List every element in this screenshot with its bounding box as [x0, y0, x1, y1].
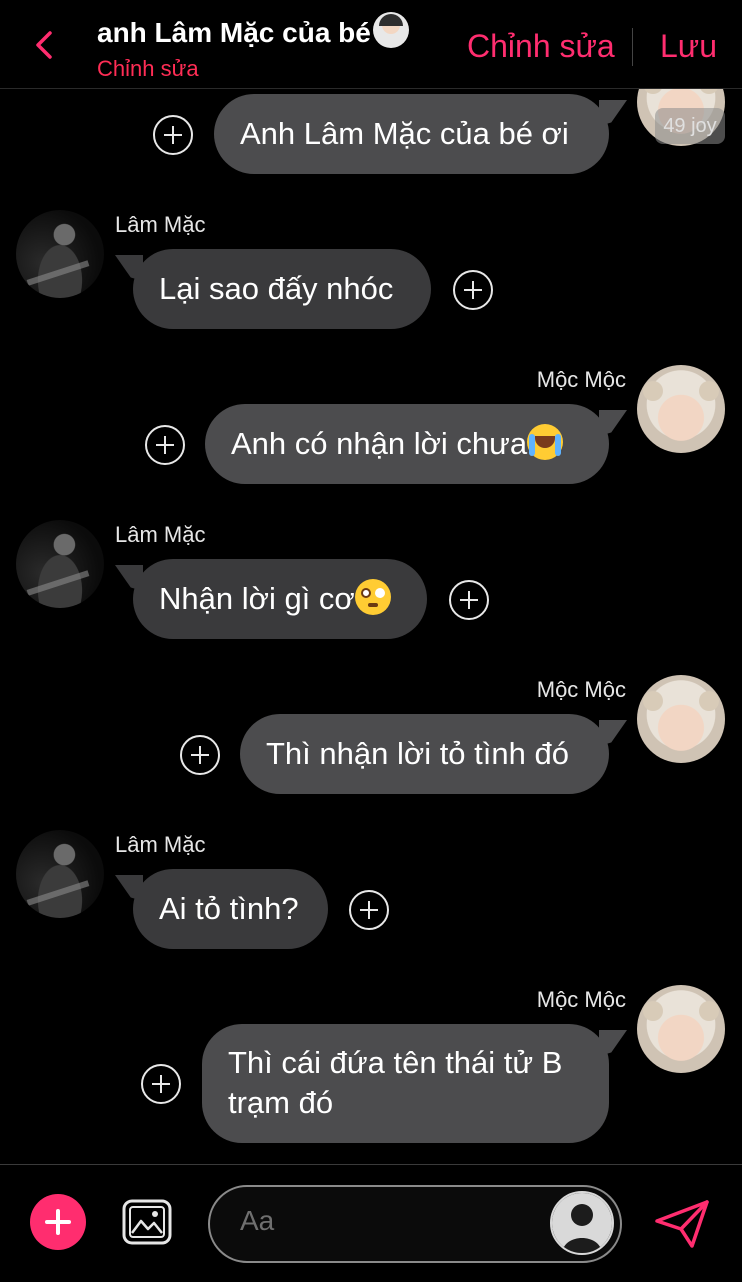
- message-bubble[interactable]: Nhận lời gì cơ: [133, 559, 427, 639]
- message-text: Anh có nhận lời chưa: [231, 426, 528, 461]
- message-text: Nhận lời gì cơ: [159, 581, 355, 616]
- sender-name: Lâm Mặc: [115, 832, 206, 857]
- input-placeholder: Aa: [240, 1205, 275, 1236]
- message-bubble[interactable]: Anh Lâm Mặc của bé ơi: [214, 94, 609, 174]
- header-divider: [632, 28, 633, 66]
- sender-name: Lâm Mặc: [115, 522, 206, 547]
- add-reaction-button[interactable]: [449, 580, 489, 620]
- add-reaction-button[interactable]: [453, 270, 493, 310]
- avatar-moc-moc[interactable]: [637, 365, 725, 453]
- composer-bar: Aa: [0, 1164, 742, 1282]
- message-bubble[interactable]: Thì cái đứa tên thái tử B trạm đó: [202, 1024, 609, 1143]
- add-reaction-button[interactable]: [153, 115, 193, 155]
- image-icon[interactable]: [122, 1199, 172, 1245]
- sender-name: Mộc Mộc: [536, 677, 626, 702]
- add-reaction-button[interactable]: [180, 735, 220, 775]
- avatar-moc-moc[interactable]: [637, 675, 725, 763]
- chat-title-text: anh Lâm Mặc của bé: [97, 17, 371, 48]
- avatar-lam-mac[interactable]: [16, 830, 104, 918]
- message-text-line: Thì cái đứa tên thái tử B: [228, 1045, 563, 1080]
- sender-name: Mộc Mộc: [536, 367, 626, 392]
- message-text-line: trạm đó: [228, 1085, 334, 1120]
- crying-face-icon: [527, 424, 564, 460]
- message-list[interactable]: 49 joy Anh Lâm Mặc của bé ơi Lâm Mặc Lại…: [0, 89, 742, 1164]
- avatar-moc-moc[interactable]: [637, 985, 725, 1073]
- avatar-lam-mac[interactable]: [16, 210, 104, 298]
- edit-button[interactable]: Chỉnh sửa: [467, 28, 615, 65]
- chat-subtitle[interactable]: Chỉnh sửa: [97, 56, 199, 82]
- add-reaction-button[interactable]: [141, 1064, 181, 1104]
- add-reaction-button[interactable]: [145, 425, 185, 465]
- person-emoji-icon: [372, 12, 409, 48]
- message-bubble[interactable]: Ai tỏ tình?: [133, 869, 328, 949]
- message-text: Thì nhận lời tỏ tình đó: [266, 736, 569, 771]
- sender-name: Lâm Mặc: [115, 212, 206, 237]
- back-chevron-icon[interactable]: [28, 28, 62, 62]
- message-bubble[interactable]: Anh có nhận lời chưa: [205, 404, 609, 484]
- message-text: Lại sao đấy nhóc: [159, 271, 394, 306]
- send-icon[interactable]: [654, 1199, 710, 1249]
- save-button[interactable]: Lưu: [660, 28, 717, 65]
- message-text: Anh Lâm Mặc của bé ơi: [240, 116, 569, 151]
- add-reaction-button[interactable]: [349, 890, 389, 930]
- avatar-lam-mac[interactable]: [16, 520, 104, 608]
- sender-name: Mộc Mộc: [536, 987, 626, 1012]
- message-text: Ai tỏ tình?: [159, 891, 299, 926]
- chat-title: anh Lâm Mặc của bé: [97, 12, 409, 49]
- add-attachment-button[interactable]: [30, 1194, 86, 1250]
- chat-header: anh Lâm Mặc của bé Chỉnh sửa Chỉnh sửa L…: [0, 0, 742, 89]
- flushed-face-icon: [354, 579, 391, 615]
- message-input[interactable]: Aa: [208, 1185, 622, 1263]
- message-bubble[interactable]: Lại sao đấy nhóc: [133, 249, 431, 329]
- reaction-badge: 49 joy: [655, 108, 725, 144]
- user-avatar-icon[interactable]: [550, 1191, 614, 1255]
- message-bubble[interactable]: Thì nhận lời tỏ tình đó: [240, 714, 609, 794]
